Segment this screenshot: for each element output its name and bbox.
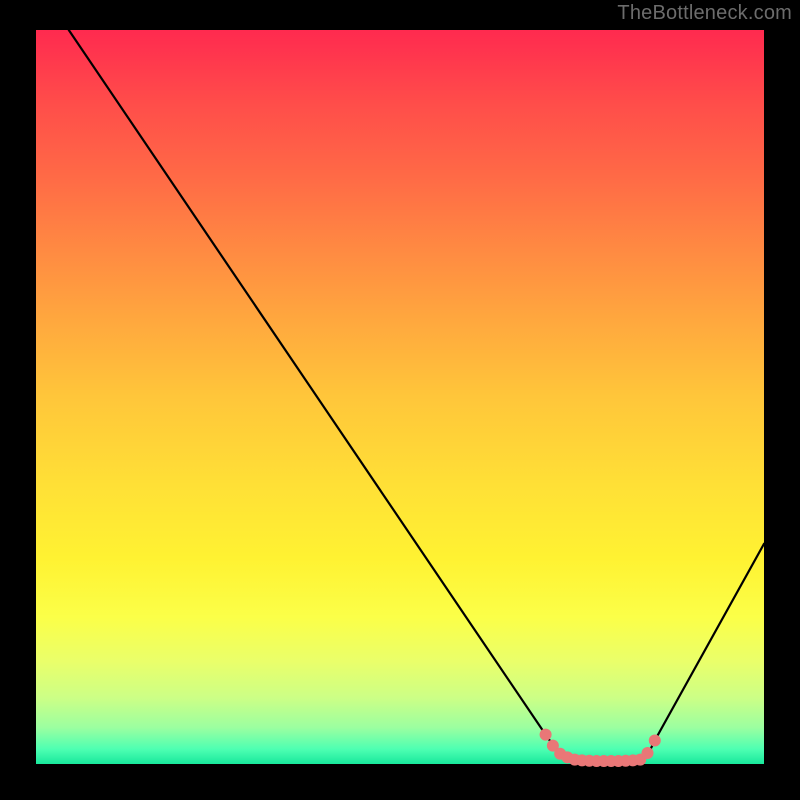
marker-group bbox=[540, 729, 661, 767]
chart-svg bbox=[36, 30, 764, 764]
marker-dot bbox=[540, 729, 552, 741]
attribution-label: TheBottleneck.com bbox=[617, 2, 792, 25]
chart-container: TheBottleneck.com bbox=[0, 0, 800, 800]
marker-dot bbox=[649, 735, 661, 747]
plot-area bbox=[36, 30, 764, 764]
bottleneck-curve-path bbox=[69, 30, 764, 761]
marker-dot bbox=[642, 747, 654, 759]
